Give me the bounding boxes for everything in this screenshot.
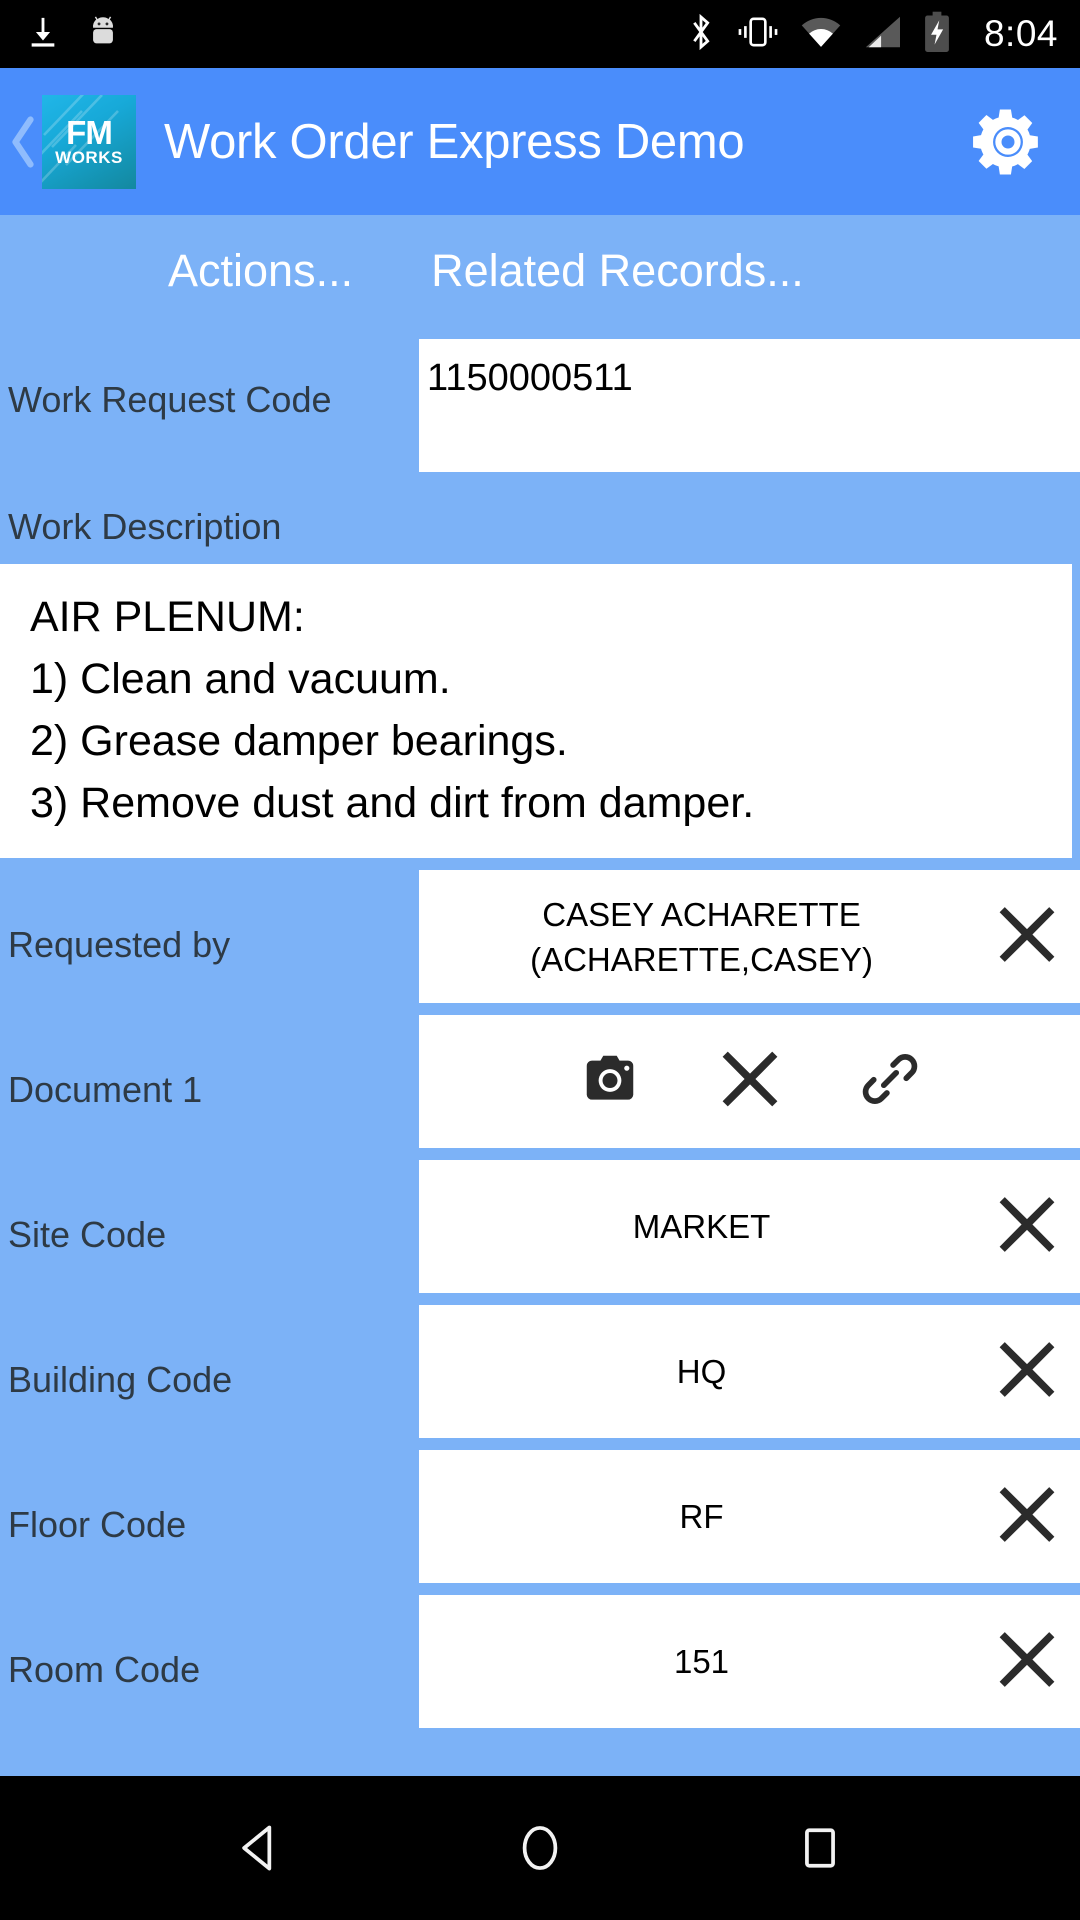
attach-link-button[interactable] <box>859 1048 921 1115</box>
field-row-floor-code: Floor Code RF <box>0 1450 1080 1583</box>
input-document-1[interactable] <box>419 1015 1080 1148</box>
camera-icon <box>586 1055 633 1100</box>
input-room-code[interactable]: 151 <box>419 1595 1080 1728</box>
clear-x-icon <box>999 906 1055 962</box>
clear-building-code-button[interactable] <box>996 1338 1058 1405</box>
field-row-building-code: Building Code HQ <box>0 1305 1080 1438</box>
nav-back-button[interactable] <box>205 1793 315 1903</box>
link-icon <box>862 1054 917 1104</box>
clear-floor-code-button[interactable] <box>996 1483 1058 1550</box>
status-bar-clock: 8:04 <box>983 13 1058 54</box>
clear-document-1-button[interactable] <box>719 1048 781 1115</box>
field-row-site-code: Site Code MARKET <box>0 1160 1080 1293</box>
capture-photo-button[interactable] <box>579 1048 641 1115</box>
clear-x-icon <box>999 1196 1055 1252</box>
clear-requested-by-button[interactable] <box>996 903 1058 970</box>
settings-button[interactable] <box>962 96 1054 188</box>
clear-x-icon <box>999 1341 1055 1397</box>
logo-works-text: WORKS <box>55 147 123 167</box>
label-work-request-code: Work Request Code <box>8 379 332 420</box>
value-building-code: HQ <box>676 1353 727 1390</box>
gear-icon <box>973 109 1038 174</box>
input-requested-by[interactable]: CASEY ACHARETTE (ACHARETTE,CASEY) <box>419 870 1080 1003</box>
field-row-requested-by: Requested by CASEY ACHARETTE (ACHARETTE,… <box>0 870 1080 1003</box>
phone-screen: 8:04 FM WORKS Work Order Express Demo Ac… <box>0 0 1080 1920</box>
value-site-code: MARKET <box>632 1208 771 1245</box>
cellular-signal-icon <box>862 14 902 55</box>
input-floor-code[interactable]: RF <box>419 1450 1080 1583</box>
clear-x-icon <box>999 1486 1055 1542</box>
tab-actions[interactable]: Actions... <box>168 245 353 297</box>
requested-by-line-1: CASEY ACHARETTE <box>542 895 861 933</box>
clear-site-code-button[interactable] <box>996 1193 1058 1260</box>
input-work-request-code[interactable]: 1150000511 <box>419 339 1080 472</box>
battery-charging-icon <box>922 11 952 58</box>
input-building-code[interactable]: HQ <box>419 1305 1080 1438</box>
clear-x-icon <box>722 1051 777 1107</box>
label-building-code: Building Code <box>8 1359 233 1400</box>
clear-x-icon <box>999 1631 1055 1687</box>
android-mascot-icon <box>86 14 120 55</box>
input-work-description[interactable]: AIR PLENUM: 1) Clean and vacuum. 2) Grea… <box>0 564 1072 858</box>
requested-by-line-2: (ACHARETTE,CASEY) <box>530 940 873 978</box>
wifi-icon <box>800 14 842 55</box>
status-bar-right-icons: 8:04 <box>686 11 1058 58</box>
label-floor-code: Floor Code <box>8 1504 187 1545</box>
recents-square-icon <box>805 1828 835 1868</box>
input-site-code[interactable]: MARKET <box>419 1160 1080 1293</box>
value-room-code: 151 <box>673 1643 730 1680</box>
value-work-description: AIR PLENUM: 1) Clean and vacuum. 2) Grea… <box>30 593 755 827</box>
page-title: Work Order Express Demo <box>164 114 745 169</box>
value-requested-by: CASEY ACHARETTE (ACHARETTE,CASEY) <box>530 892 873 982</box>
vibrate-icon <box>736 13 780 56</box>
value-floor-code: RF <box>679 1498 724 1535</box>
field-block-work-description: Work Description AIR PLENUM: 1) Clean an… <box>0 472 1080 858</box>
fm-works-logo: FM WORKS <box>42 94 136 189</box>
android-navigation-bar <box>0 1776 1080 1920</box>
status-bar-left-icons <box>26 14 120 55</box>
label-room-code: Room Code <box>8 1649 201 1690</box>
clear-room-code-button[interactable] <box>996 1628 1058 1695</box>
chevron-left-icon <box>12 115 34 168</box>
back-button[interactable] <box>6 114 40 170</box>
bluetooth-icon <box>686 12 716 57</box>
status-bar: 8:04 <box>0 0 1080 68</box>
value-work-request-code: 1150000511 <box>427 357 633 399</box>
logo-fm-text: FM <box>66 113 113 151</box>
label-work-description: Work Description <box>8 506 282 547</box>
app-bar: FM WORKS Work Order Express Demo <box>0 68 1080 215</box>
label-site-code: Site Code <box>8 1214 167 1255</box>
nav-recents-button[interactable] <box>765 1793 875 1903</box>
back-triangle-icon <box>242 1825 272 1871</box>
field-row-document-1: Document 1 <box>0 1015 1080 1148</box>
download-icon <box>26 14 60 55</box>
field-row-room-code: Room Code 151 <box>0 1595 1080 1728</box>
form-content[interactable]: Actions... Related Records... Work Reque… <box>0 215 1080 1776</box>
tab-related-records[interactable]: Related Records... <box>431 245 804 297</box>
label-requested-by: Requested by <box>8 924 231 965</box>
tab-bar: Actions... Related Records... <box>0 215 1080 327</box>
label-document-1: Document 1 <box>8 1069 203 1110</box>
field-row-work-request-code: Work Request Code 1150000511 <box>0 339 1080 472</box>
nav-home-button[interactable] <box>485 1793 595 1903</box>
home-circle-icon <box>522 1826 558 1870</box>
